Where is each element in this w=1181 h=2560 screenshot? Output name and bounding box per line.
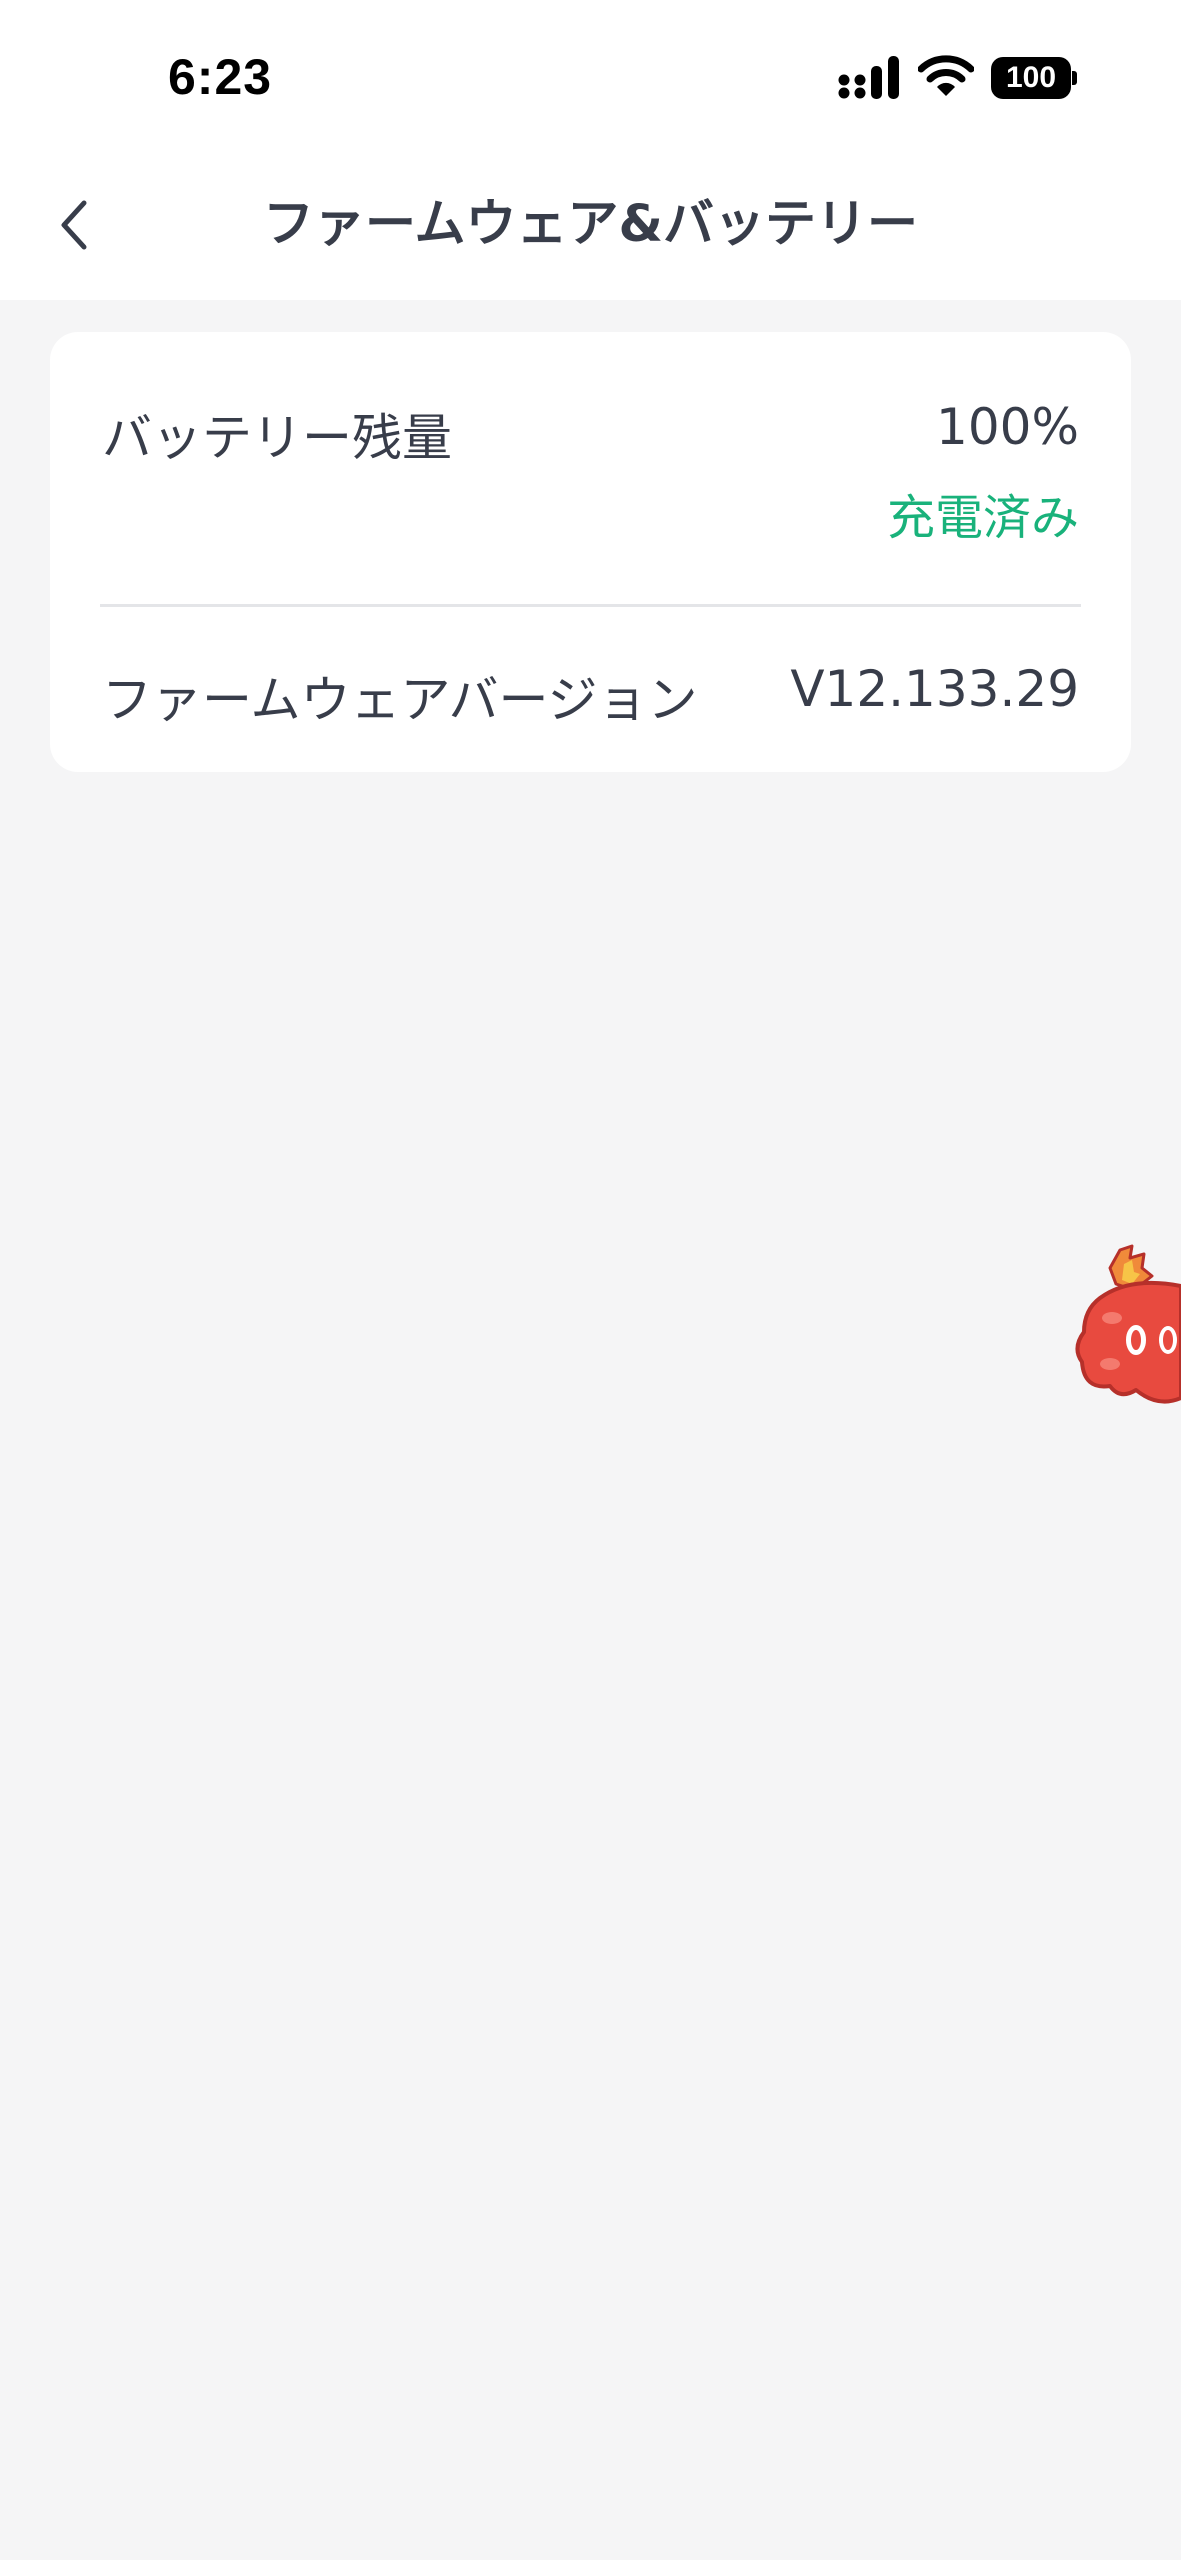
chevron-left-icon bbox=[61, 200, 87, 250]
wifi-icon bbox=[918, 55, 974, 96]
back-button[interactable] bbox=[40, 190, 110, 260]
status-time: 6:23 bbox=[168, 49, 273, 105]
status-bar: 6:23 100 bbox=[0, 0, 1181, 150]
floating-mascot-icon[interactable] bbox=[1070, 1240, 1181, 1410]
battery-percentage: 100% bbox=[936, 398, 1079, 456]
battery-level-text: 100 bbox=[1005, 61, 1057, 94]
battery-icon: 100 bbox=[991, 57, 1077, 99]
info-card: バッテリー残量 100% 充電済み ファームウェアバージョン V12.133.2… bbox=[50, 332, 1131, 772]
divider bbox=[100, 604, 1081, 607]
charging-status: 充電済み bbox=[886, 490, 1079, 546]
signal-icon bbox=[838, 56, 899, 99]
navigation-bar: ファームウェア&バッテリー bbox=[0, 150, 1181, 300]
firmware-version-label: ファームウェアバージョン bbox=[102, 671, 698, 729]
page-title: ファームウェア&バッテリー bbox=[263, 195, 918, 254]
battery-remaining-label: バッテリー残量 bbox=[102, 409, 452, 467]
firmware-version-value: V12.133.29 bbox=[790, 660, 1079, 718]
